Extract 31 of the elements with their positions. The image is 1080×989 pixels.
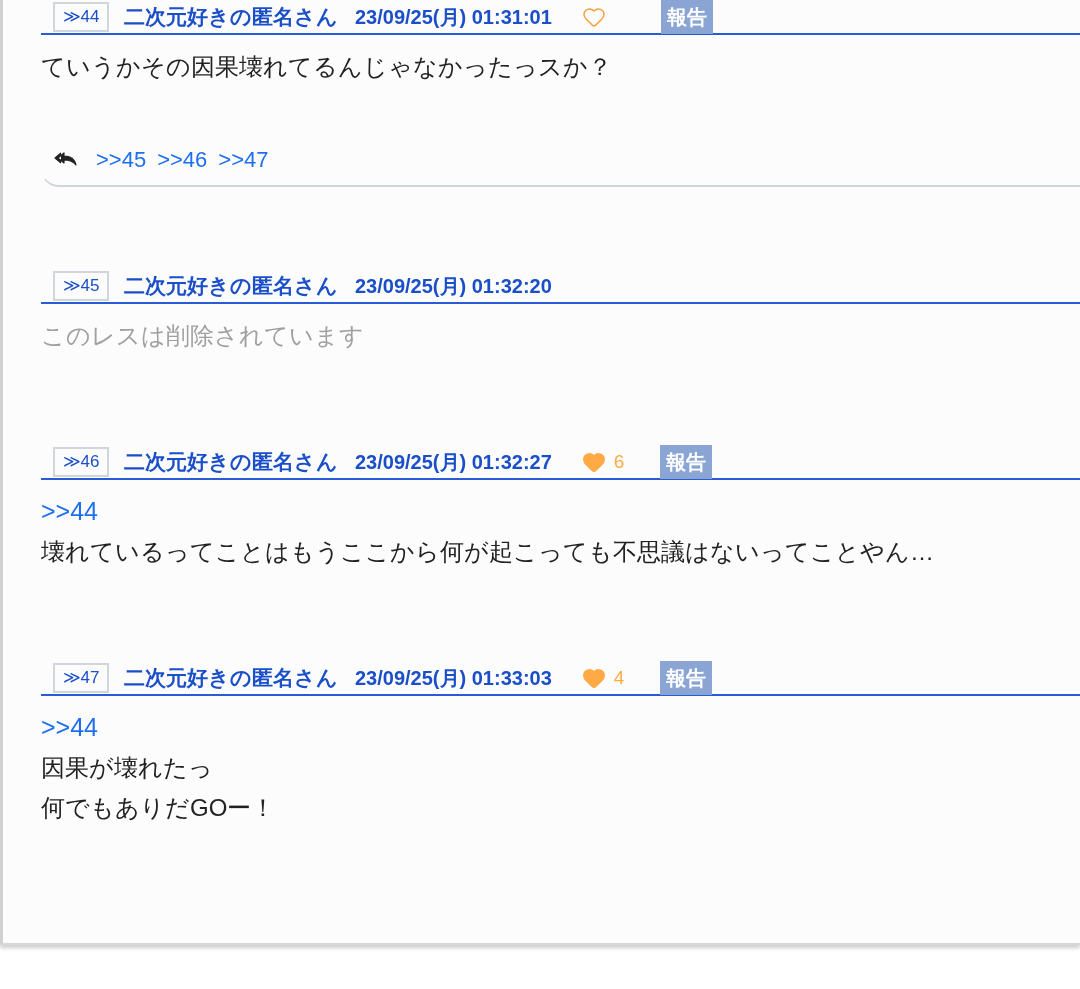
post-text: 何でもありだGOー！ — [41, 793, 276, 823]
post-date: 23/09/25(月) 01:32:20 — [355, 274, 552, 299]
post-date: 23/09/25(月) 01:32:27 — [355, 450, 552, 475]
heart-icon[interactable] — [581, 5, 606, 29]
poster-name: 二次元好きの匿名さん — [124, 665, 338, 692]
like-count: 4 — [613, 665, 625, 690]
report-button[interactable]: 報告 — [660, 445, 713, 479]
anchor-link[interactable]: >>44 — [41, 493, 98, 531]
poster-name: 二次元好きの匿名さん — [124, 449, 338, 476]
post-number[interactable]: ≫45 — [53, 271, 109, 301]
heart-icon[interactable] — [581, 666, 606, 690]
post-date: 23/09/25(月) 01:31:01 — [355, 5, 552, 30]
post-number[interactable]: ≫44 — [53, 2, 109, 32]
reply-link[interactable]: >>45 — [96, 142, 147, 176]
reply-all-icon — [54, 151, 78, 167]
report-button[interactable]: 報告 — [660, 0, 713, 34]
post-date: 23/09/25(月) 01:33:03 — [355, 666, 552, 691]
post-text: 因果が壊れたっ — [41, 753, 213, 783]
post-text: ていうかその因果壊れてるんじゃなかったっスか？ — [41, 52, 612, 82]
reply-link[interactable]: >>47 — [218, 142, 269, 176]
reply-link[interactable]: >>46 — [157, 142, 208, 176]
like-count: 6 — [613, 449, 625, 474]
post-number[interactable]: ≫46 — [53, 447, 109, 477]
report-button[interactable]: 報告 — [660, 661, 713, 695]
poster-name: 二次元好きの匿名さん — [124, 273, 338, 300]
post-number[interactable]: ≫47 — [53, 663, 109, 693]
anchor-link[interactable]: >>44 — [41, 709, 98, 747]
heart-icon[interactable] — [581, 450, 606, 474]
post-text: 壊れているってことはもうここから何が起こっても不思議はないってことやん… — [41, 537, 934, 567]
deleted-message: このレスは削除されています — [41, 321, 364, 351]
poster-name: 二次元好きの匿名さん — [124, 4, 338, 31]
